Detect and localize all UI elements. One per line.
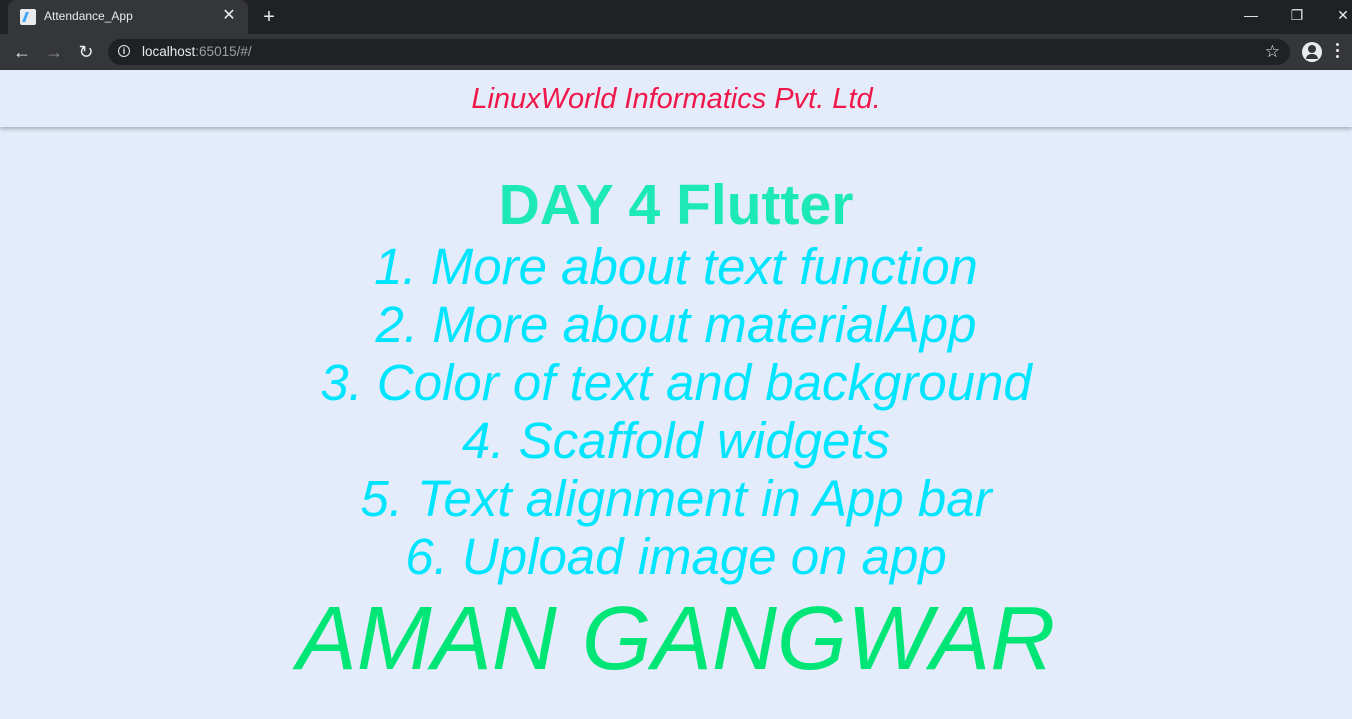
- reload-icon[interactable]: ↻: [74, 40, 98, 64]
- window-close-icon[interactable]: ✕: [1330, 4, 1352, 26]
- info-icon[interactable]: i: [118, 45, 130, 57]
- page-body: DAY 4 Flutter 1. More about text functio…: [0, 127, 1352, 719]
- page-title: DAY 4 Flutter: [498, 173, 854, 237]
- app-bar-title: LinuxWorld Informatics Pvt. Ltd.: [471, 83, 881, 115]
- tab-title: Attendance_App: [44, 9, 133, 23]
- profile-icon[interactable]: [1302, 42, 1322, 62]
- app-bar: LinuxWorld Informatics Pvt. Ltd.: [0, 70, 1352, 127]
- author-name: AMAN GANGWAR: [296, 589, 1056, 689]
- forward-arrow-icon[interactable]: →: [42, 40, 66, 64]
- minimize-icon[interactable]: —: [1238, 4, 1264, 26]
- topic-item: 6. Upload image on app: [405, 528, 947, 585]
- address-bar[interactable]: i localhost:65015/#/ ☆: [108, 39, 1290, 65]
- url-host: localhost: [142, 44, 196, 59]
- topic-item: 1. More about text function: [374, 238, 978, 295]
- flutter-favicon-icon: [20, 9, 36, 25]
- browser-toolbar: ← → ↻ i localhost:65015/#/ ☆: [0, 34, 1352, 70]
- back-arrow-icon[interactable]: ←: [10, 40, 34, 64]
- topic-item: 2. More about materialApp: [375, 296, 977, 353]
- url-path: :65015/#/: [195, 44, 252, 59]
- close-icon[interactable]: ✕: [220, 7, 238, 25]
- star-icon[interactable]: ☆: [1265, 41, 1280, 63]
- browser-tab[interactable]: Attendance_App ✕: [8, 0, 248, 34]
- url-text[interactable]: localhost:65015/#/: [142, 44, 252, 59]
- topic-item: 5. Text alignment in App bar: [360, 470, 992, 527]
- plus-icon[interactable]: +: [258, 6, 280, 28]
- topic-item: 4. Scaffold widgets: [461, 412, 891, 469]
- restore-icon[interactable]: ❐: [1284, 4, 1310, 26]
- kebab-menu-icon[interactable]: [1336, 43, 1340, 61]
- browser-tab-strip: Attendance_App ✕ + — ❐ ✕: [0, 0, 1352, 34]
- topic-item: 3. Color of text and background: [320, 354, 1032, 411]
